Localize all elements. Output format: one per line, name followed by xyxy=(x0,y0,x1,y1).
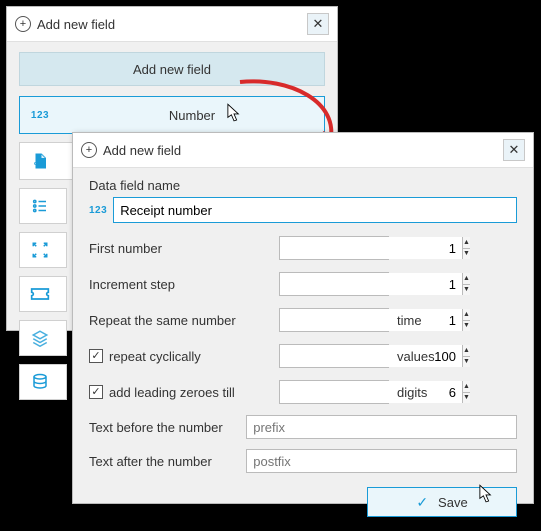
increment-label: Increment step xyxy=(89,277,279,292)
back-header: Add new field ✕ xyxy=(7,7,337,42)
increment-input[interactable]: ▲▼ xyxy=(279,272,389,296)
close-icon[interactable]: ✕ xyxy=(307,13,329,35)
increment-value[interactable] xyxy=(280,273,462,295)
repeat-input[interactable]: ▲▼ xyxy=(279,308,389,332)
type-list[interactable] xyxy=(19,188,67,224)
number-icon: 123 xyxy=(89,205,107,216)
postfix-input[interactable] xyxy=(246,449,517,473)
layers-icon xyxy=(20,329,60,347)
back-title: Add new field xyxy=(31,17,307,32)
close-icon[interactable]: ✕ xyxy=(503,139,525,161)
cyclic-label: repeat cyclically xyxy=(109,349,201,364)
add-new-field-button[interactable]: Add new field xyxy=(19,52,325,86)
arrows-icon xyxy=(20,241,60,259)
repeat-value[interactable] xyxy=(280,309,462,331)
before-label: Text before the number xyxy=(89,420,246,435)
leading-input[interactable]: ▲▼ xyxy=(279,380,389,404)
spin-down-icon[interactable]: ▼ xyxy=(463,393,470,404)
save-label: Save xyxy=(438,495,468,510)
after-label: Text after the number xyxy=(89,454,246,469)
type-database[interactable] xyxy=(19,364,67,400)
front-header: Add new field ✕ xyxy=(73,133,533,168)
front-title: Add new field xyxy=(97,143,503,158)
list-icon xyxy=(20,197,60,215)
number-icon: 123 xyxy=(20,110,60,121)
cyclic-checkbox[interactable] xyxy=(89,349,103,363)
type-shuffle[interactable] xyxy=(19,232,67,268)
spin-up-icon[interactable]: ▲ xyxy=(463,381,470,393)
type-layers[interactable] xyxy=(19,320,67,356)
spin-down-icon[interactable]: ▼ xyxy=(463,321,470,332)
type-number[interactable]: 123 Number xyxy=(19,96,325,134)
spin-down-icon[interactable]: ▼ xyxy=(463,357,470,368)
first-number-value[interactable] xyxy=(280,237,462,259)
repeat-label: Repeat the same number xyxy=(89,313,279,328)
cyclic-input[interactable]: ▲▼ xyxy=(279,344,389,368)
name-input[interactable] xyxy=(113,197,517,223)
spin-up-icon[interactable]: ▲ xyxy=(463,345,470,357)
spin-down-icon[interactable]: ▼ xyxy=(463,249,470,260)
first-number-input[interactable]: ▲▼ xyxy=(279,236,389,260)
type-number-label: Number xyxy=(60,108,324,123)
prefix-input[interactable] xyxy=(246,415,517,439)
leading-unit: digits xyxy=(397,385,427,400)
spin-up-icon[interactable]: ▲ xyxy=(463,237,470,249)
save-button[interactable]: ✓ Save xyxy=(367,487,517,517)
spin-up-icon[interactable]: ▲ xyxy=(463,309,470,321)
svg-text:csv: csv xyxy=(34,161,43,167)
plus-icon xyxy=(81,142,97,158)
database-icon xyxy=(20,373,60,391)
repeat-unit: time xyxy=(397,313,422,328)
type-ticket[interactable] xyxy=(19,276,67,312)
front-dialog: Add new field ✕ Data field name 123 Firs… xyxy=(72,132,534,504)
first-number-label: First number xyxy=(89,241,279,256)
spin-down-icon[interactable]: ▼ xyxy=(463,285,470,296)
check-icon: ✓ xyxy=(416,494,428,511)
cyclic-unit: values xyxy=(397,349,435,364)
name-label: Data field name xyxy=(89,178,517,193)
spin-up-icon[interactable]: ▲ xyxy=(463,273,470,285)
csv-icon: csv xyxy=(20,152,60,170)
ticket-icon xyxy=(20,286,60,302)
leading-checkbox[interactable] xyxy=(89,385,103,399)
leading-value[interactable] xyxy=(280,381,462,403)
plus-icon xyxy=(15,16,31,32)
leading-label: add leading zeroes till xyxy=(109,385,235,400)
